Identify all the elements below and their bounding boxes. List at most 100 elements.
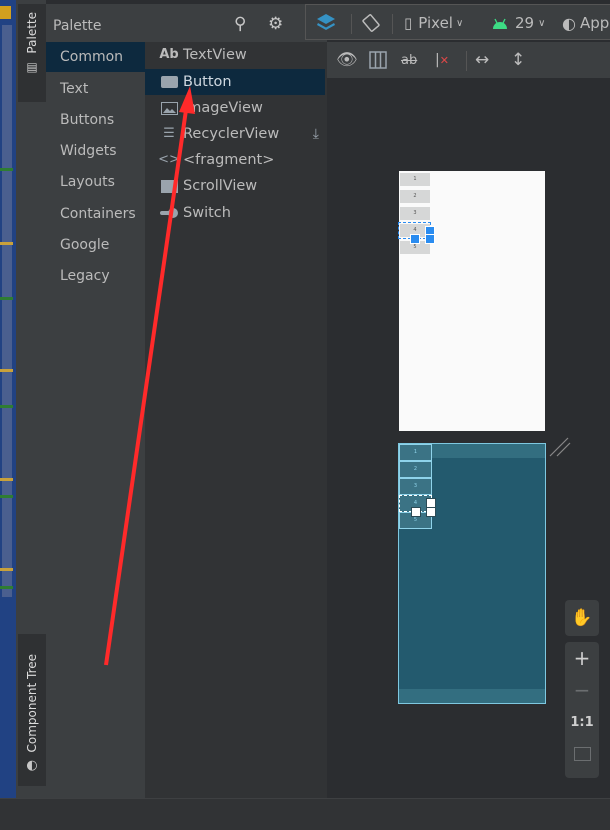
item-label: Button <box>183 74 232 90</box>
palette-panel: Palette ⚲ ⚙ ⋮ Common Text Buttons Widget… <box>46 0 327 798</box>
arrows-vertical-icon: ↕ <box>511 50 526 70</box>
design-toolbar: ▯ Pixel ∨ 29 ∨ ◐ App <box>305 4 610 40</box>
horizontal-pack-button[interactable]: ↔ <box>475 42 489 78</box>
column-guides-button[interactable] <box>369 42 387 78</box>
category-buttons[interactable]: Buttons <box>46 105 145 135</box>
scrollview-icon <box>159 178 179 194</box>
palette-item-recyclerview[interactable]: ☰ RecyclerView ⤓ <box>145 121 325 147</box>
palette-item-scrollview[interactable]: ScrollView <box>145 173 325 199</box>
warning-marker <box>0 478 13 481</box>
preview-button[interactable]: 3 <box>400 207 430 220</box>
zoom-panel: + − 1:1 <box>565 642 599 778</box>
toolbar-separator <box>351 14 352 34</box>
category-google[interactable]: Google <box>46 230 145 260</box>
palette-item-button[interactable]: Button <box>145 69 325 95</box>
toolbar-separator <box>392 14 393 34</box>
zoom-to-fit-button[interactable] <box>565 738 599 770</box>
layers-icon <box>317 14 335 30</box>
category-label: Text <box>60 81 89 97</box>
device-selector[interactable]: ▯ Pixel ∨ <box>404 5 463 41</box>
item-label: <fragment> <box>183 152 275 168</box>
blueprint-button[interactable]: 1 <box>399 444 432 461</box>
api-level-label: 29 <box>515 14 535 32</box>
component-tree-side-tab[interactable]: Component Tree ◐ <box>18 634 46 786</box>
eye-icon: 👁 <box>336 50 358 70</box>
switch-icon <box>159 205 179 221</box>
category-widgets[interactable]: Widgets <box>46 136 145 166</box>
phone-icon: ▯ <box>404 14 413 32</box>
globe-icon: ◐ <box>26 758 38 774</box>
arrows-horizontal-icon: ↔ <box>475 50 490 70</box>
resize-handle[interactable] <box>426 507 436 517</box>
constraint-handle-bottom[interactable] <box>410 234 420 244</box>
component-tree-tab-label: Component Tree <box>25 654 39 753</box>
category-legacy[interactable]: Legacy <box>46 261 145 291</box>
theme-selector[interactable]: ◐ App <box>562 5 609 41</box>
palette-item-textview[interactable]: Ab TextView <box>145 42 325 68</box>
orientation-button[interactable] <box>360 5 382 41</box>
editor-scroll-strip <box>0 0 16 800</box>
clear-constraints-icon: |✕ <box>435 52 449 68</box>
category-label: Google <box>60 237 110 253</box>
category-containers[interactable]: Containers <box>46 199 145 229</box>
tool-window-bar: Palette ▤ Component Tree ◐ <box>18 0 46 800</box>
blueprint-preview-screen[interactable]: 1 2 3 4 5 <box>398 443 546 704</box>
palette-item-fragment[interactable]: <> <fragment> <box>145 147 325 173</box>
zoom-in-button[interactable]: + <box>565 642 599 674</box>
autoconnect-toggle[interactable]: ab <box>401 42 417 78</box>
warning-marker <box>0 369 13 372</box>
design-preview-screen[interactable]: 1 2 3 4 5 <box>398 171 545 431</box>
resize-corner-icon[interactable] <box>548 436 572 460</box>
preview-button[interactable]: 1 <box>400 173 430 186</box>
columns-icon <box>369 51 387 69</box>
pan-button[interactable]: ✋ <box>565 600 599 636</box>
download-icon[interactable]: ⤓ <box>313 121 319 147</box>
palette-item-switch[interactable]: Switch <box>145 200 325 226</box>
plus-icon: + <box>573 646 591 670</box>
clear-constraints-button[interactable]: |✕ <box>435 42 449 78</box>
fit-screen-icon <box>573 747 591 761</box>
category-text[interactable]: Text <box>46 74 145 104</box>
palette-side-tab[interactable]: Palette ▤ <box>18 4 46 102</box>
palette-icon: ▤ <box>26 59 38 74</box>
item-label: Switch <box>183 205 231 221</box>
category-label: Legacy <box>60 268 110 284</box>
palette-items: Ab TextView Button ImageView ☰ RecyclerV… <box>145 42 327 798</box>
view-options-toolbar: 👁 ab |✕ ↔ ↕ <box>327 42 610 78</box>
item-label: TextView <box>183 47 247 63</box>
warning-marker <box>0 568 13 571</box>
palette-item-imageview[interactable]: ImageView <box>145 95 325 121</box>
hand-icon: ✋ <box>571 608 593 628</box>
category-common[interactable]: Common <box>46 42 145 72</box>
category-label: Buttons <box>60 112 115 128</box>
resize-handle[interactable] <box>425 234 435 244</box>
constraint-handle-bottom[interactable] <box>411 507 421 517</box>
toolbar-separator <box>466 51 467 71</box>
item-label: ScrollView <box>183 178 258 194</box>
category-layouts[interactable]: Layouts <box>46 167 145 197</box>
palette-title: Palette <box>53 18 102 34</box>
one-to-one-label: 1:1 <box>570 714 594 730</box>
blueprint-button[interactable]: 2 <box>399 461 432 478</box>
gear-icon[interactable]: ⚙ <box>268 14 283 34</box>
image-icon <box>159 100 179 116</box>
blueprint-button[interactable]: 3 <box>399 478 432 495</box>
change-marker <box>0 168 13 171</box>
item-label: RecyclerView <box>183 126 280 142</box>
view-options-button[interactable]: 👁 <box>336 42 358 78</box>
button-icon <box>159 74 179 90</box>
search-icon[interactable]: ⚲ <box>234 14 246 34</box>
blueprint-nav-bar <box>399 689 545 703</box>
chevron-down-icon: ∨ <box>455 17 464 29</box>
editor-tab-marker <box>0 6 11 19</box>
vertical-pack-button[interactable]: ↕ <box>511 42 525 78</box>
zoom-one-to-one-button[interactable]: 1:1 <box>565 706 599 738</box>
preview-button[interactable]: 2 <box>400 190 430 203</box>
design-surface-toggle[interactable] <box>315 5 337 41</box>
category-label: Containers <box>60 206 136 222</box>
change-marker <box>0 297 13 300</box>
zoom-out-button[interactable]: − <box>565 674 599 706</box>
change-marker <box>0 586 13 589</box>
api-level-selector[interactable]: 29 ∨ <box>491 5 545 41</box>
editor-scrollbar[interactable] <box>2 25 12 597</box>
